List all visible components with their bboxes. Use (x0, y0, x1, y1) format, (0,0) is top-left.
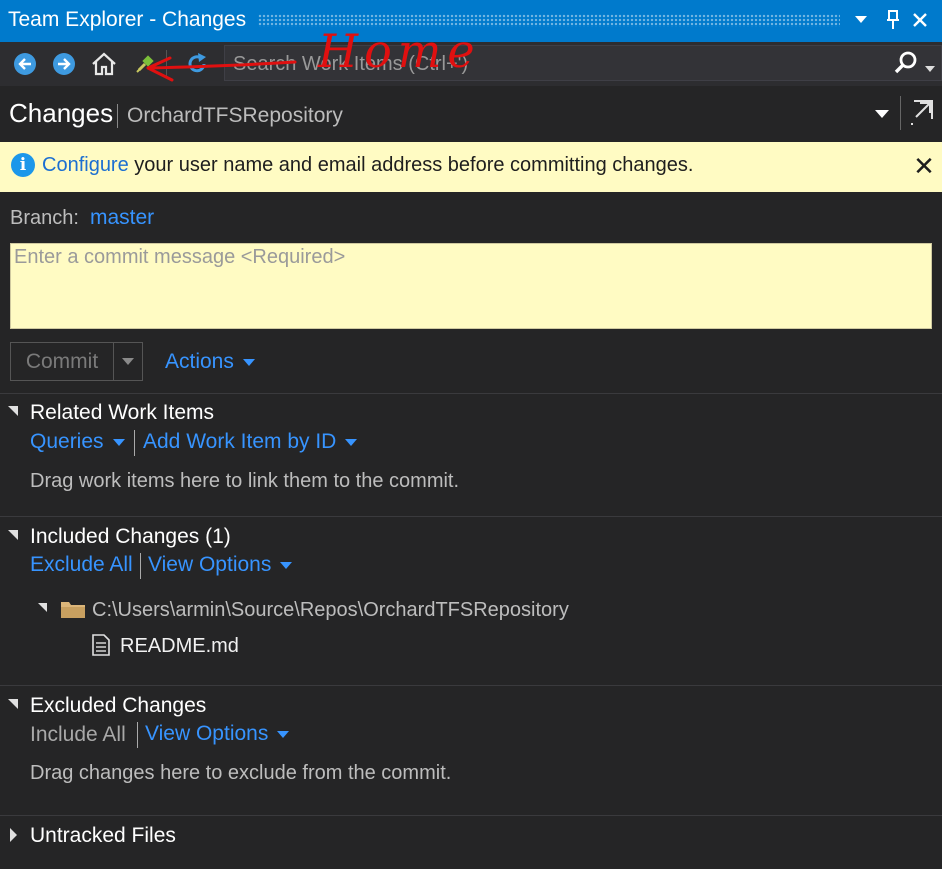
home-icon[interactable] (89, 50, 119, 78)
info-text: your user name and email address before … (134, 154, 694, 176)
included-changes-title[interactable]: Included Changes (1) (30, 525, 231, 549)
add-work-item-by-id-menu[interactable]: Add Work Item by ID (143, 430, 358, 454)
link-separator (140, 553, 141, 579)
expand-triangle-icon[interactable] (10, 828, 17, 842)
pin-icon[interactable] (880, 6, 906, 34)
search-icon[interactable] (893, 50, 919, 81)
excluded-hint: Drag changes here to exclude from the co… (30, 762, 452, 784)
commit-dropdown-button[interactable] (113, 342, 143, 381)
commit-message-input[interactable] (11, 244, 931, 328)
commit-button[interactable]: Commit (10, 342, 114, 381)
view-options-menu[interactable]: View Options (145, 722, 290, 746)
related-hint: Drag work items here to link them to the… (30, 470, 460, 492)
search-options-icon[interactable] (924, 60, 936, 78)
chevron-down-icon (112, 438, 125, 446)
section-divider (0, 815, 942, 816)
chevron-down-icon (277, 730, 290, 738)
chevron-down-icon (345, 438, 358, 446)
queries-menu[interactable]: Queries (30, 430, 125, 454)
branch-label: Branch: (10, 207, 79, 229)
view-options-menu[interactable]: View Options (148, 553, 293, 577)
commit-message-box[interactable] (10, 243, 932, 329)
configure-link[interactable]: Configure (42, 154, 129, 176)
dropdown-icon[interactable] (848, 6, 874, 34)
untracked-files-title[interactable]: Untracked Files (30, 824, 176, 848)
link-separator (137, 722, 138, 748)
excluded-changes-title[interactable]: Excluded Changes (30, 694, 206, 718)
collapse-triangle-icon[interactable] (8, 530, 18, 540)
view-options-label: View Options (148, 553, 272, 576)
chevron-down-icon (280, 561, 293, 569)
page-title: Changes (9, 98, 114, 128)
folder-icon (60, 599, 86, 624)
page-dropdown-icon[interactable] (874, 106, 890, 124)
undock-icon[interactable] (910, 97, 936, 132)
info-message: Configure your user name and email addre… (42, 154, 693, 177)
section-divider (0, 516, 942, 517)
related-work-items-title[interactable]: Related Work Items (30, 401, 214, 425)
collapse-triangle-icon[interactable] (8, 406, 18, 416)
home-annotation-text: Home (318, 24, 481, 78)
chevron-down-icon (122, 358, 134, 365)
link-separator (134, 430, 135, 456)
include-all-link[interactable]: Include All (30, 723, 126, 747)
view-options-label: View Options (145, 722, 269, 745)
back-arrow-icon[interactable] (10, 50, 40, 78)
file-icon (92, 634, 110, 661)
queries-label: Queries (30, 430, 104, 453)
branch-link[interactable]: master (90, 206, 154, 230)
actions-menu[interactable]: Actions (165, 350, 255, 374)
collapse-triangle-icon[interactable] (8, 699, 18, 709)
actions-label: Actions (165, 350, 234, 373)
forward-arrow-icon[interactable] (49, 50, 79, 78)
repository-name: OrchardTFSRepository (127, 104, 343, 127)
tree-collapse-icon[interactable] (38, 603, 47, 612)
folder-path[interactable]: C:\Users\armin\Source\Repos\OrchardTFSRe… (92, 599, 569, 622)
header-divider (900, 96, 901, 130)
exclude-all-link[interactable]: Exclude All (30, 553, 133, 577)
section-divider (0, 393, 942, 394)
add-work-item-label: Add Work Item by ID (143, 430, 337, 453)
chevron-down-icon (242, 358, 255, 366)
file-name[interactable]: README.md (120, 635, 239, 658)
section-divider (0, 685, 942, 686)
header-separator (117, 104, 118, 128)
close-window-icon[interactable] (907, 6, 933, 34)
info-icon: i (11, 153, 35, 177)
close-icon[interactable]: ✕ (910, 150, 938, 182)
